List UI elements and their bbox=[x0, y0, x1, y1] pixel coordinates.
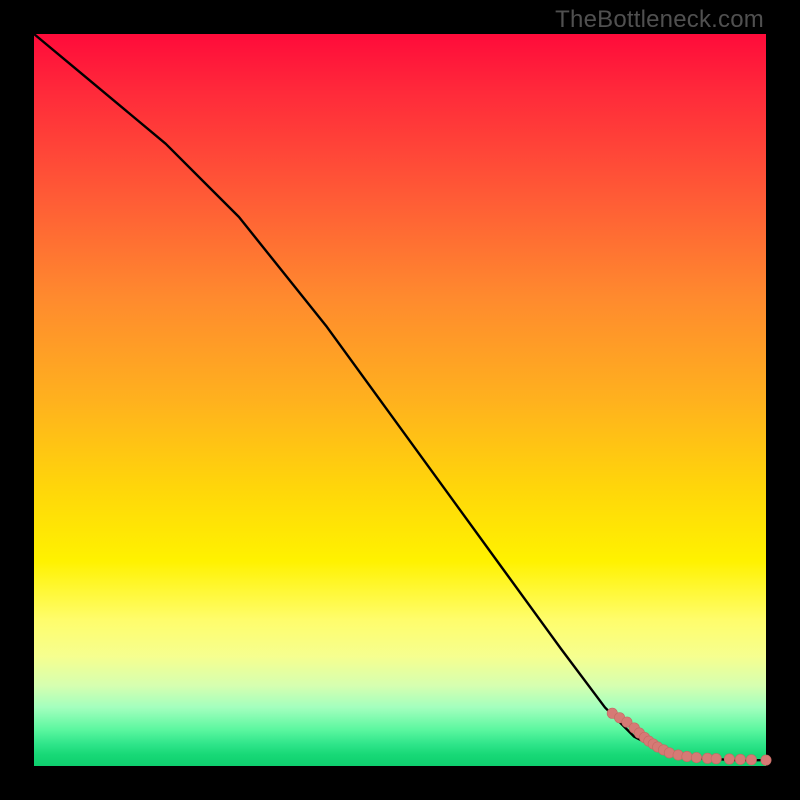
datapoint-marker bbox=[682, 751, 692, 761]
datapoint-marker bbox=[691, 752, 701, 762]
datapoint-marker bbox=[761, 755, 771, 765]
datapoint-marker bbox=[711, 753, 721, 763]
bottleneck-curve bbox=[34, 34, 766, 760]
watermark-text: TheBottleneck.com bbox=[555, 6, 764, 34]
chart-frame: TheBottleneck.com bbox=[0, 0, 800, 800]
datapoint-marker bbox=[746, 755, 756, 765]
datapoints-group bbox=[607, 708, 771, 765]
datapoint-marker bbox=[724, 754, 734, 764]
chart-overlay bbox=[34, 34, 766, 766]
datapoint-marker bbox=[735, 754, 745, 764]
